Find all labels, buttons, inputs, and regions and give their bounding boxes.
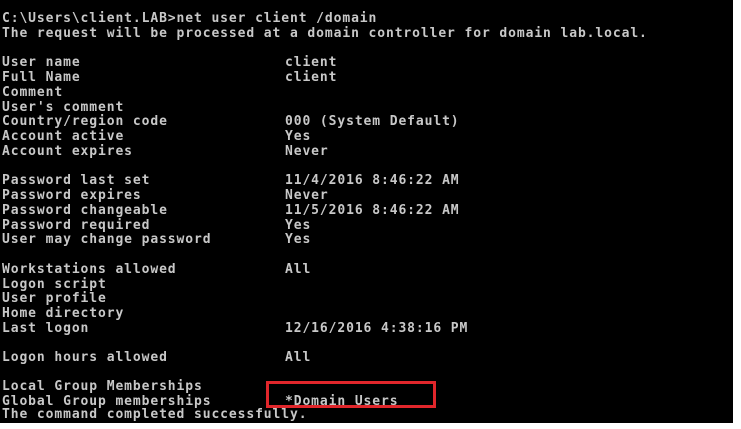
field-value-password-changeable: 11/5/2016 8:46:22 AM [285, 203, 460, 218]
field-value-full-name: client [285, 70, 338, 85]
field-value-password-last-set: 11/4/2016 8:46:22 AM [285, 173, 460, 188]
field-value-country-region-code: 000 (System Default) [285, 114, 460, 129]
field-label-last-logon: Last logon [2, 321, 90, 336]
field-value-user-may-change-password: Yes [285, 232, 312, 247]
field-value-password-expires: Never [285, 188, 329, 203]
field-label-password-last-set: Password last set [2, 173, 151, 188]
command-prompt-window[interactable]: C:\Users\client.LAB>net user client /dom… [0, 0, 733, 423]
field-label-local-group-memberships: Local Group Memberships [2, 379, 203, 394]
field-value-last-logon: 12/16/2016 4:38:16 PM [285, 321, 469, 336]
highlight-annotation-box [266, 381, 436, 408]
field-label-user-may-change-password: User may change password [2, 232, 212, 247]
field-label-workstations-allowed: Workstations allowed [2, 262, 177, 277]
field-label-account-expires: Account expires [2, 144, 133, 159]
field-label-country-region-code: Country/region code [2, 114, 168, 129]
field-label-comment: Comment [2, 85, 64, 100]
field-value-account-active: Yes [285, 129, 312, 144]
field-label-password-expires: Password expires [2, 188, 142, 203]
completion-message: The command completed successfully. [2, 407, 308, 422]
field-value-password-required: Yes [285, 218, 312, 233]
right-margin [733, 0, 741, 429]
field-label-logon-script: Logon script [2, 277, 107, 292]
field-label-password-required: Password required [2, 218, 151, 233]
command-line: C:\Users\client.LAB>net user client /dom… [2, 11, 378, 26]
field-label-password-changeable: Password changeable [2, 203, 168, 218]
field-value-workstations-allowed: All [285, 262, 312, 277]
field-label-full-name: Full Name [2, 70, 81, 85]
field-value-account-expires: Never [285, 144, 329, 159]
field-label-users-comment: User's comment [2, 100, 125, 115]
field-label-account-active: Account active [2, 129, 125, 144]
field-label-home-directory: Home directory [2, 306, 125, 321]
field-label-user-name: User name [2, 55, 81, 70]
request-message: The request will be processed at a domai… [2, 26, 648, 41]
field-label-user-profile: User profile [2, 291, 107, 306]
field-label-logon-hours-allowed: Logon hours allowed [2, 350, 168, 365]
field-value-user-name: client [285, 55, 338, 70]
field-value-logon-hours-allowed: All [285, 350, 312, 365]
